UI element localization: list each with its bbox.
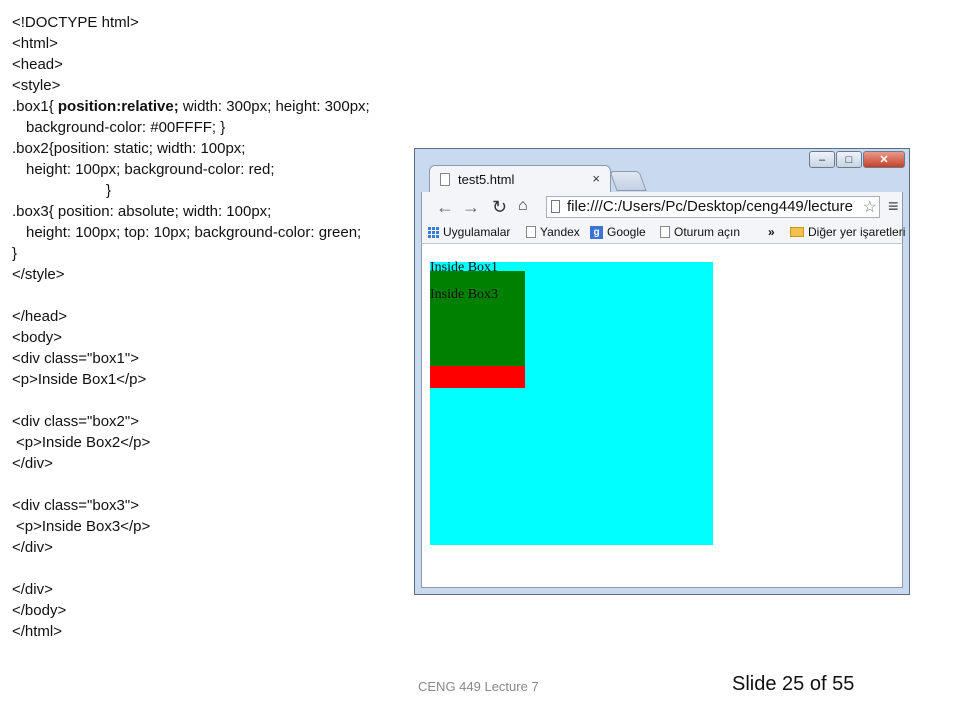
code-line: <style> bbox=[12, 77, 61, 94]
code-line: <div class="box3"> bbox=[12, 497, 139, 514]
tab-test5[interactable]: test5.html × bbox=[429, 165, 611, 193]
address-bar[interactable]: file:///C:/Users/Pc/Desktop/ceng449/lect… bbox=[546, 196, 880, 218]
bookmarks-bar: Uygulamalar Yandex g Google Oturum açın … bbox=[421, 222, 905, 244]
box3-text: Inside Box3 bbox=[430, 287, 499, 302]
bookmark-yandex[interactable]: Yandex bbox=[526, 225, 580, 239]
code-line: height: 100px; background-color: red; bbox=[26, 161, 275, 178]
code-line: } bbox=[106, 182, 112, 199]
bookmark-label: Yandex bbox=[540, 225, 580, 239]
code-line: </html> bbox=[12, 623, 63, 640]
google-icon: g bbox=[590, 225, 603, 239]
code-line: height: 100px; top: 10px; background-col… bbox=[26, 224, 362, 241]
bookmark-oturum[interactable]: Oturum açın bbox=[660, 225, 740, 239]
bookmark-label: Uygulamalar bbox=[443, 225, 511, 239]
bookmark-other[interactable]: Diğer yer işaretleri bbox=[790, 225, 905, 239]
footer-course: CENG 449 Lecture 7 bbox=[418, 679, 539, 694]
reload-icon[interactable]: ↻ bbox=[492, 197, 507, 218]
tab-close-icon[interactable]: × bbox=[592, 171, 600, 186]
code-line: <!DOCTYPE html> bbox=[12, 14, 139, 31]
page-icon bbox=[440, 173, 450, 186]
code-line: </div> bbox=[12, 581, 53, 598]
box3: Inside Box3 bbox=[430, 271, 525, 366]
address-text: file:///C:/Users/Pc/Desktop/ceng449/lect… bbox=[567, 198, 853, 215]
code-line: <div class="box2"> bbox=[12, 413, 139, 430]
page-icon bbox=[551, 200, 560, 213]
bookmarks-overflow[interactable]: » bbox=[768, 225, 775, 239]
window-controls: – □ ✕ bbox=[809, 151, 905, 168]
code-line: } bbox=[12, 245, 18, 262]
browser-window: – □ ✕ test5.html × ← → ↻ ⌂ file:///C:/Us… bbox=[414, 148, 910, 595]
box2 bbox=[430, 366, 525, 388]
menu-icon[interactable]: ≡ bbox=[888, 196, 899, 217]
code-line: <body> bbox=[12, 329, 63, 346]
bookmark-label: Diğer yer işaretleri bbox=[808, 225, 906, 239]
code-line: </div> bbox=[12, 455, 53, 472]
code-line: </head> bbox=[12, 308, 68, 325]
bookmark-label: Oturum açın bbox=[674, 225, 741, 239]
code-line-box1-rule: .box1{ position:relative; width: 300px; … bbox=[12, 98, 370, 115]
code-line: <html> bbox=[12, 35, 58, 52]
new-tab-button[interactable] bbox=[609, 171, 647, 191]
bookmark-google[interactable]: g Google bbox=[590, 225, 646, 239]
code-line: </div> bbox=[12, 539, 53, 556]
code-line: .box2{position: static; width: 100px; bbox=[12, 140, 246, 157]
apps-icon bbox=[428, 226, 439, 238]
forward-icon[interactable]: → bbox=[462, 197, 480, 218]
highlighted-code: position:relative; bbox=[57, 98, 179, 115]
minimize-button[interactable]: – bbox=[809, 151, 835, 168]
code-line: </style> bbox=[12, 266, 65, 283]
bookmark-apps[interactable]: Uygulamalar bbox=[428, 225, 510, 239]
page-icon bbox=[660, 226, 670, 238]
close-window-button[interactable]: ✕ bbox=[863, 151, 905, 168]
maximize-button[interactable]: □ bbox=[836, 151, 862, 168]
code-line: <p>Inside Box2</p> bbox=[16, 434, 151, 451]
page-viewport: Inside Box1 Inside Box3 bbox=[421, 244, 903, 588]
code-line: </body> bbox=[12, 602, 67, 619]
chevron-right-icon: » bbox=[768, 225, 775, 239]
bookmark-label: Google bbox=[607, 225, 646, 239]
tab-title: test5.html bbox=[458, 172, 515, 187]
code-line: <div class="box1"> bbox=[12, 350, 139, 367]
box1: Inside Box1 Inside Box3 bbox=[430, 260, 713, 545]
code-line: <p>Inside Box3</p> bbox=[16, 518, 151, 535]
page-icon bbox=[526, 226, 536, 238]
code-line: background-color: #00FFFF; } bbox=[26, 119, 226, 136]
slide-number: Slide 25 of 55 bbox=[732, 673, 855, 695]
home-icon[interactable]: ⌂ bbox=[518, 197, 528, 215]
browser-toolbar: ← → ↻ ⌂ file:///C:/Users/Pc/Desktop/ceng… bbox=[421, 192, 903, 222]
back-icon[interactable]: ← bbox=[436, 197, 454, 218]
code-line: <p>Inside Box1</p> bbox=[12, 371, 147, 388]
code-line: <head> bbox=[12, 56, 63, 73]
code-line: .box3{ position: absolute; width: 100px; bbox=[12, 203, 272, 220]
bookmark-star-icon[interactable]: ☆ bbox=[863, 197, 877, 217]
folder-icon bbox=[790, 227, 804, 237]
